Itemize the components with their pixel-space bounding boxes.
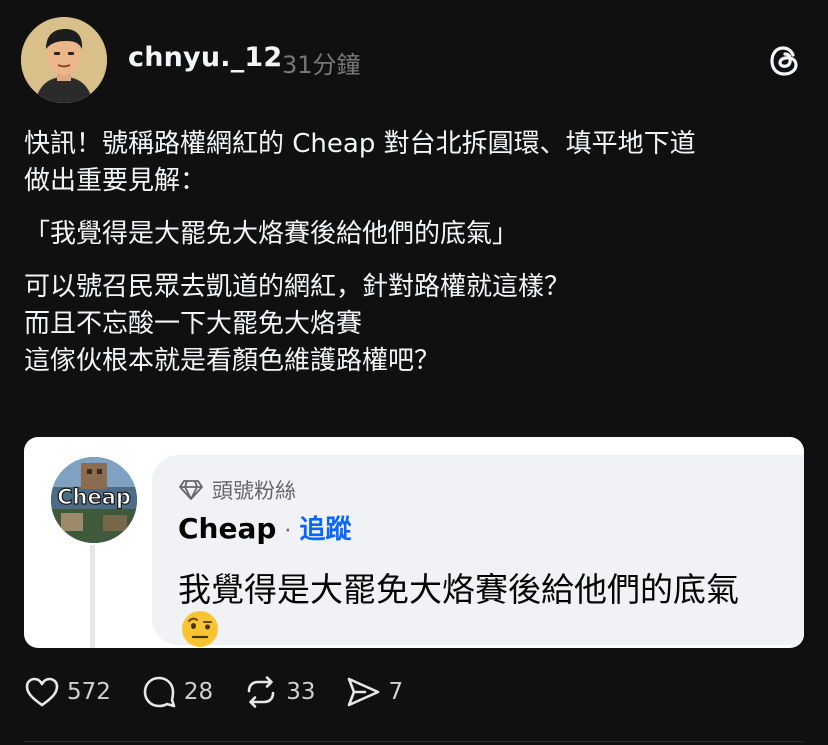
comment-bubble-icon [143, 676, 176, 708]
reply-count: 28 [183, 679, 214, 705]
reply-button[interactable]: 28 [141, 674, 213, 710]
follow-link: 追蹤 [299, 515, 352, 545]
embedded-image[interactable]: Cheap 頭號粉絲 Cheap · 追蹤 我覺得是大罷免大烙賽後給他們的底氣 [24, 437, 804, 648]
threads-logo-icon[interactable] [766, 42, 804, 80]
threads-post: chnyu._12 31分鐘 快訊！號稱路權網紅的 Cheap 對台北拆圓環、填… [0, 0, 828, 745]
share-count: 7 [388, 679, 404, 705]
post-time: 31分鐘 [282, 51, 361, 79]
post-divider [24, 741, 804, 742]
avatar-illustration [21, 17, 107, 103]
heart-icon [25, 677, 59, 707]
user-avatar[interactable] [21, 17, 107, 103]
post-text-line: 而且不忘酸一下大罷免大烙賽 [24, 309, 363, 339]
like-count: 572 [67, 679, 111, 705]
post-text-line: 做出重要見解： [24, 166, 207, 196]
commenter-name-row: Cheap · 追蹤 [178, 509, 351, 546]
post-body: 快訊！號稱路權網紅的 Cheap 對台北拆圓環、填平地下道 做出重要見解： 「我… [24, 126, 804, 380]
separator-dot: · [284, 519, 292, 544]
post-quote: 「我覺得是大罷免大烙賽後給他們的底氣」 [24, 219, 519, 249]
post-text-line: 可以號召民眾去凱道的網紅，針對路權就這樣？ [24, 272, 571, 302]
diamond-icon [179, 480, 203, 500]
action-bar: 572 28 33 7 [24, 674, 433, 710]
badge-label: 頭號粉絲 [212, 479, 296, 503]
share-button[interactable]: 7 [345, 674, 403, 710]
send-icon [348, 677, 380, 707]
repost-count: 33 [286, 679, 316, 705]
post-text-line: 這傢伙根本就是看顏色維護路權吧？ [24, 346, 441, 376]
username[interactable]: chnyu._12 [128, 42, 282, 73]
commenter-name: Cheap [178, 512, 277, 545]
commenter-avatar-label: Cheap [56, 484, 131, 509]
raised-eyebrow-emoji-icon [182, 611, 218, 647]
thread-connector-line [90, 545, 95, 648]
repost-icon [247, 676, 275, 708]
commenter-avatar: Cheap [51, 457, 137, 543]
top-fan-badge: 頭號粉絲 [178, 475, 296, 505]
post-text-line: 快訊！號稱路權網紅的 Cheap 對台北拆圓環、填平地下道 [24, 129, 696, 159]
comment-bubble: 頭號粉絲 Cheap · 追蹤 我覺得是大罷免大烙賽後給他們的底氣 [152, 455, 804, 647]
repost-button[interactable]: 33 [243, 674, 315, 710]
comment-text: 我覺得是大罷免大烙賽後給他們的底氣 [178, 570, 739, 609]
like-button[interactable]: 572 [24, 674, 111, 710]
